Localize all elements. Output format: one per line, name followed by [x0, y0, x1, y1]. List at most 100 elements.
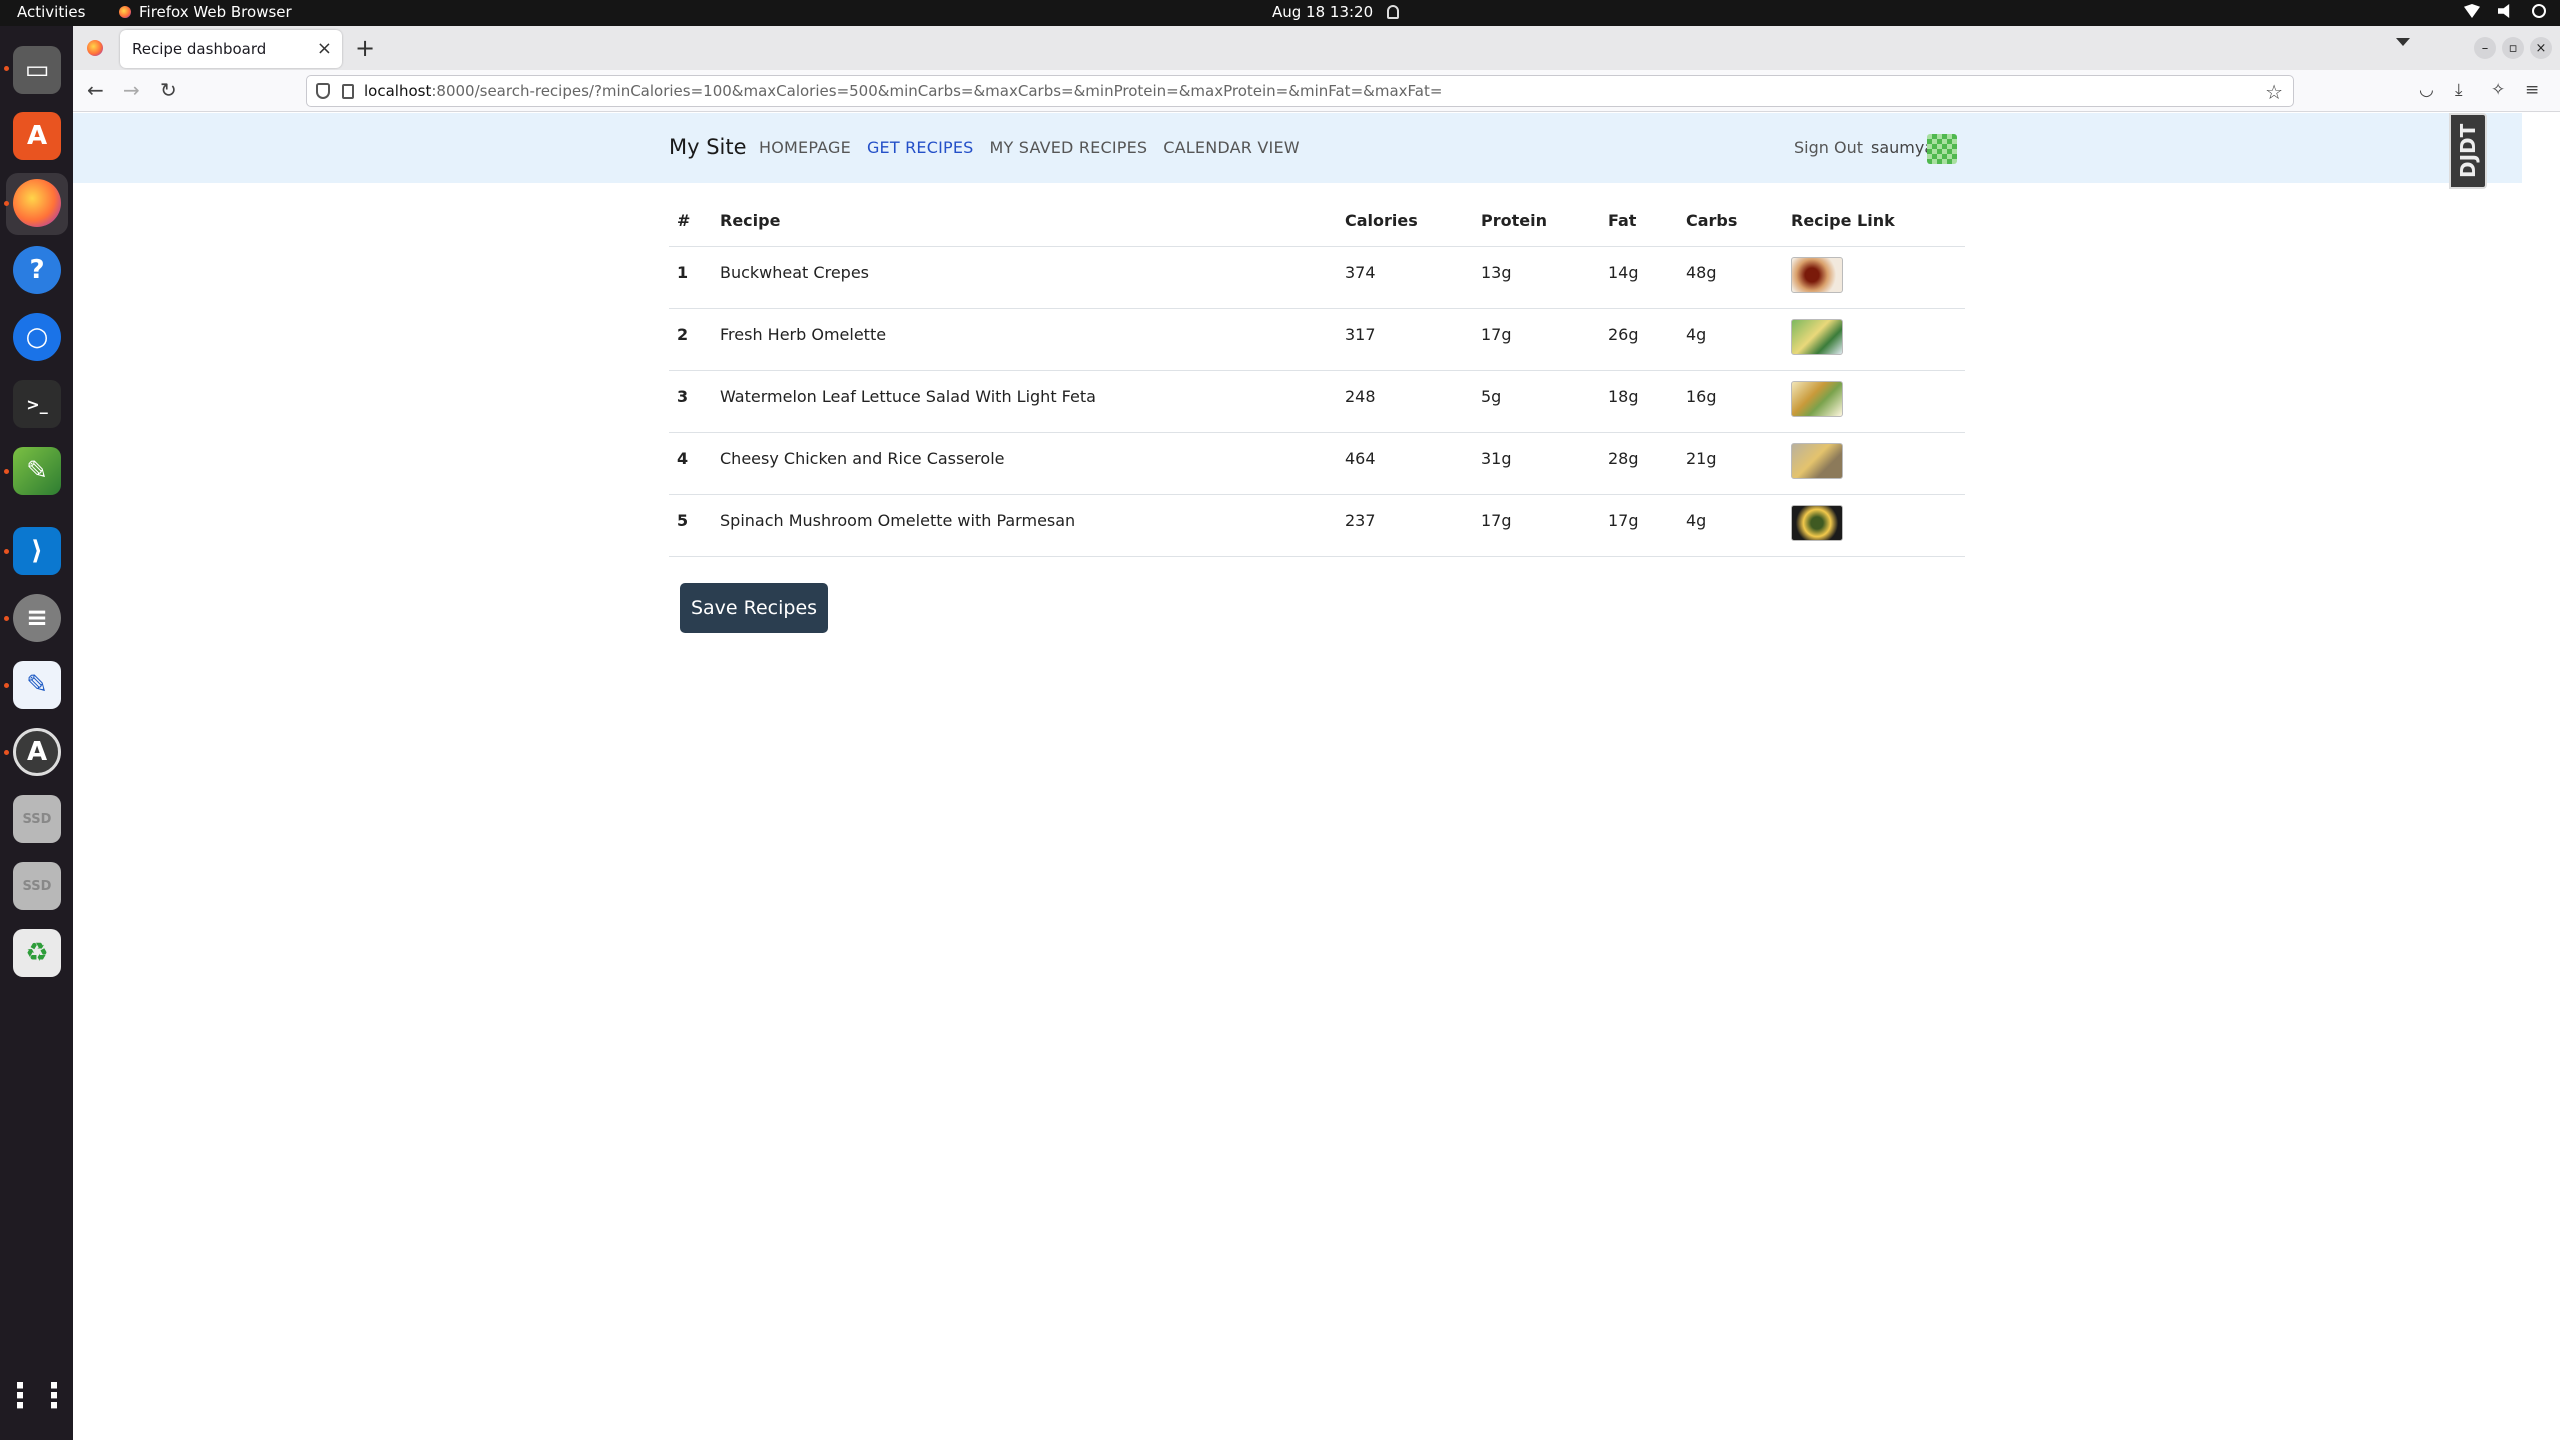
tab-title: Recipe dashboard: [132, 40, 267, 58]
activities-button[interactable]: Activities: [17, 3, 85, 21]
recipe-link-cell: [1783, 494, 1965, 557]
files-icon[interactable]: ▭: [13, 46, 61, 94]
recipe-carbs: 48g: [1678, 246, 1783, 309]
recipe-fat: 26g: [1600, 308, 1678, 371]
url-host: localhost: [364, 82, 432, 100]
trash-icon[interactable]: ♻: [13, 929, 61, 977]
new-tab-icon[interactable]: +: [355, 34, 375, 62]
table-row: 4 Cheesy Chicken and Rice Casserole 464 …: [669, 432, 1965, 495]
recipe-carbs: 4g: [1678, 494, 1783, 557]
recipe-thumbnail-link[interactable]: [1791, 442, 1843, 479]
ssd-drive-icon[interactable]: SSD: [13, 862, 61, 910]
running-indicator: [4, 549, 9, 554]
text-editor-icon[interactable]: ✎: [13, 661, 61, 709]
recipe-link-cell: [1783, 370, 1965, 433]
table-row: 2 Fresh Herb Omelette 317 17g 26g 4g: [669, 308, 1965, 371]
recipe-fat: 18g: [1600, 370, 1678, 433]
recipe-name: Spinach Mushroom Omelette with Parmesan: [712, 494, 1337, 557]
recipe-calories: 248: [1337, 370, 1473, 433]
recipe-protein: 5g: [1473, 370, 1600, 433]
table-row: 3 Watermelon Leaf Lettuce Salad With Lig…: [669, 370, 1965, 433]
app-menu[interactable]: Firefox Web Browser: [119, 3, 292, 21]
recipes-table: # Recipe Calories Protein Fat Carbs Reci…: [669, 196, 1965, 557]
database-icon[interactable]: ≡: [13, 594, 61, 642]
menu-hamburger-icon[interactable]: ≡: [2525, 80, 2545, 100]
system-tray[interactable]: [2464, 4, 2546, 18]
save-recipes-button[interactable]: Save Recipes: [680, 583, 828, 633]
running-indicator: [4, 66, 9, 71]
header-calories: Calories: [1337, 196, 1473, 247]
extensions-icon[interactable]: ✧: [2491, 80, 2511, 100]
header-recipe: Recipe: [712, 196, 1337, 247]
recipe-fat: 14g: [1600, 246, 1678, 309]
back-arrow-icon[interactable]: ←: [87, 78, 104, 102]
tracking-protection-shield-icon[interactable]: [316, 83, 330, 99]
sign-out-link[interactable]: Sign Out: [1794, 138, 1863, 157]
header-number: #: [669, 196, 712, 247]
recipe-link-cell: [1783, 246, 1965, 309]
site-brand[interactable]: My Site: [669, 135, 747, 159]
restore-window-icon[interactable]: ▫: [2502, 37, 2524, 59]
terminal-icon[interactable]: >_: [13, 380, 61, 428]
nav-homepage[interactable]: HOMEPAGE: [759, 138, 851, 157]
recipe-carbs: 4g: [1678, 308, 1783, 371]
updater-icon[interactable]: A: [13, 728, 61, 776]
chromium-icon[interactable]: ○: [13, 313, 61, 361]
address-bar[interactable]: localhost:8000/search-recipes/?minCalori…: [306, 75, 2294, 107]
django-debug-toolbar-handle[interactable]: DJDT: [2449, 113, 2487, 189]
tab-bar: Recipe dashboard × + – ▫ ×: [73, 26, 2560, 70]
list-all-tabs-icon[interactable]: [2396, 38, 2410, 46]
page-info-icon[interactable]: [342, 83, 354, 99]
clock-text: Aug 18 13:20: [1272, 3, 1374, 21]
row-number: 2: [669, 308, 712, 371]
row-number: 3: [669, 370, 712, 433]
site-navbar: My Site HOMEPAGE GET RECIPES MY SAVED RE…: [73, 113, 2522, 183]
forward-arrow-icon[interactable]: →: [123, 78, 140, 102]
pocket-icon[interactable]: ◡: [2419, 80, 2439, 100]
recipe-protein: 17g: [1473, 308, 1600, 371]
avatar[interactable]: [1927, 134, 1957, 164]
page-content: My Site HOMEPAGE GET RECIPES MY SAVED RE…: [73, 113, 2522, 1440]
recipe-carbs: 16g: [1678, 370, 1783, 433]
clock[interactable]: Aug 18 13:20: [1272, 3, 1400, 21]
nav-calendar-view[interactable]: CALENDAR VIEW: [1163, 138, 1300, 157]
site-nav-links: HOMEPAGE GET RECIPES MY SAVED RECIPES CA…: [759, 138, 1300, 157]
recipe-protein: 13g: [1473, 246, 1600, 309]
recipe-thumbnail-link[interactable]: [1791, 504, 1843, 541]
recipe-thumbnail-link[interactable]: [1791, 256, 1843, 293]
wifi-icon: [2464, 4, 2480, 18]
nav-my-saved-recipes[interactable]: MY SAVED RECIPES: [990, 138, 1148, 157]
running-indicator: [4, 469, 9, 474]
recipe-name: Watermelon Leaf Lettuce Salad With Light…: [712, 370, 1337, 433]
reload-icon[interactable]: ↻: [160, 78, 177, 102]
running-indicator: [4, 683, 9, 688]
close-tab-icon[interactable]: ×: [317, 38, 332, 59]
url-text[interactable]: localhost:8000/search-recipes/?minCalori…: [364, 82, 1442, 100]
firefox-dock-icon[interactable]: [13, 179, 61, 227]
recipe-name: Cheesy Chicken and Rice Casserole: [712, 432, 1337, 495]
nav-get-recipes[interactable]: GET RECIPES: [867, 138, 974, 157]
notification-bell-icon: [1387, 5, 1400, 19]
recipe-calories: 374: [1337, 246, 1473, 309]
software-store-icon[interactable]: A: [13, 112, 61, 160]
power-icon: [2532, 4, 2546, 18]
downloads-icon[interactable]: ⤓: [2455, 80, 2475, 100]
firefox-icon: [119, 6, 131, 18]
recipe-link-cell: [1783, 432, 1965, 495]
ssd-drive-icon[interactable]: SSD: [13, 795, 61, 843]
dock: ▭ A ? ○ >_ ✎ ⟩ ≡ ✎ A SSD SSD ♻ ⋮⋮: [0, 26, 73, 1440]
image-editor-icon[interactable]: ✎: [13, 447, 61, 495]
recipe-thumbnail-link[interactable]: [1791, 380, 1843, 417]
recipe-thumbnail-link[interactable]: [1791, 318, 1843, 355]
firefox-view-icon[interactable]: [87, 40, 103, 56]
recipe-link-cell: [1783, 308, 1965, 371]
help-icon[interactable]: ?: [13, 246, 61, 294]
running-indicator: [4, 616, 9, 621]
tab-recipe-dashboard[interactable]: Recipe dashboard ×: [120, 30, 342, 68]
bookmark-star-icon[interactable]: ☆: [2265, 80, 2283, 104]
close-window-icon[interactable]: ×: [2530, 37, 2552, 59]
vscode-icon[interactable]: ⟩: [13, 527, 61, 575]
show-apps-grid-icon[interactable]: ⋮⋮: [3, 1372, 71, 1420]
url-path: :8000/search-recipes/?minCalories=100&ma…: [431, 82, 1443, 100]
minimize-window-icon[interactable]: –: [2474, 37, 2496, 59]
